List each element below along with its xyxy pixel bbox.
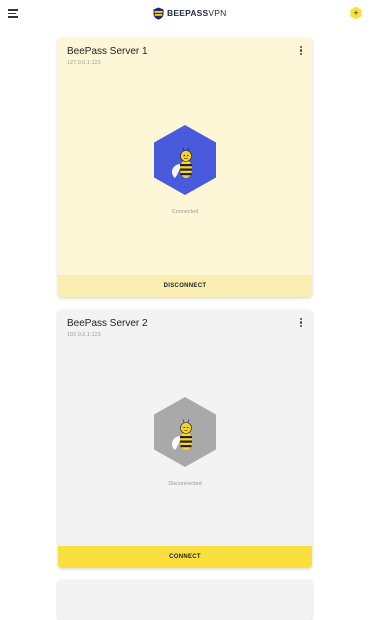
server-name: BeePass Server 1 bbox=[67, 46, 148, 57]
server-address: 192.0.2.1:123 bbox=[67, 332, 101, 338]
connection-status: Disconnected bbox=[168, 481, 202, 487]
connection-status: Connected bbox=[171, 209, 199, 215]
menu-icon[interactable] bbox=[8, 9, 18, 18]
more-vert-icon[interactable] bbox=[298, 46, 304, 58]
server-address: 127.0.0.1:123 bbox=[67, 60, 101, 66]
disconnect-button[interactable]: DISCONNECT bbox=[58, 275, 312, 297]
app-logo: BEEPASSVPN bbox=[153, 6, 226, 20]
logo-text-thin: VPN bbox=[208, 8, 227, 18]
logo-text-bold: BEEPASS bbox=[167, 8, 209, 18]
connect-button[interactable]: CONNECT bbox=[58, 546, 312, 568]
server-status-hex[interactable] bbox=[153, 124, 217, 196]
add-server-button[interactable]: + bbox=[349, 6, 363, 20]
server-name: BeePass Server 2 bbox=[67, 318, 148, 329]
add-server-icon: + bbox=[350, 6, 362, 20]
server-card-2: BeePass Server 2 192.0.2.1:123 Disconnec… bbox=[58, 310, 312, 568]
add-server-label: + bbox=[353, 8, 358, 18]
top-bar: BEEPASSVPN + bbox=[0, 0, 370, 26]
beepass-logo-icon bbox=[153, 7, 164, 20]
more-vert-icon[interactable] bbox=[298, 318, 304, 330]
server-status-hex[interactable] bbox=[153, 396, 217, 468]
server-card-3 bbox=[58, 580, 312, 620]
server-card-1: BeePass Server 1 127.0.0.1:123 Connected… bbox=[58, 38, 312, 297]
